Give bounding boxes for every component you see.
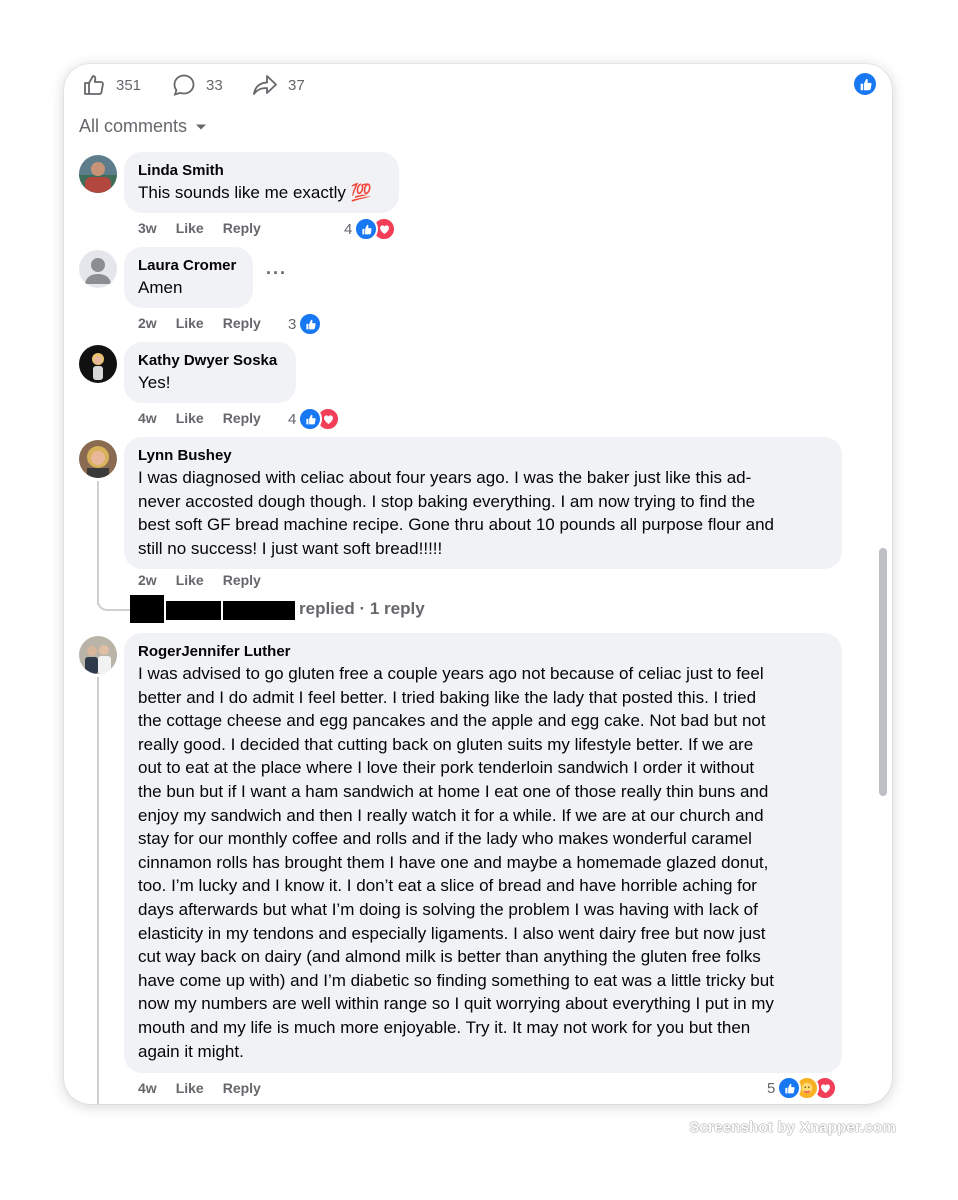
comment-count: 33 [206,76,223,94]
reply-link[interactable]: Reply [223,572,261,588]
more-options-icon[interactable]: ··· [266,263,287,284]
comment-action[interactable]: 33 [172,72,223,98]
thumbs-up-icon [84,75,104,95]
reaction-summary[interactable]: 3 [288,312,323,336]
like-link[interactable]: Like [176,315,204,331]
like-link[interactable]: Like [176,1080,204,1096]
share-count: 37 [288,76,305,94]
avatar[interactable] [79,250,117,288]
thread-connector [97,584,131,611]
reply-link[interactable]: Reply [223,220,261,236]
comment-time[interactable]: 2w [138,572,157,588]
comment-actions: 2w Like Reply [138,315,280,331]
comment-text: Yes! [138,373,171,392]
comment-bubble: Lynn Bushey I was diagnosed with celiac … [124,437,842,569]
watermark: Screenshot by Xnapper.com [689,1119,896,1136]
like-link[interactable]: Like [176,572,204,588]
comment-text: I was diagnosed with celiac about four y… [138,468,775,558]
caret-down-icon [196,124,207,129]
comment-time[interactable]: 3w [138,220,157,236]
comment-time[interactable]: 2w [138,315,157,331]
reply-link[interactable]: Reply [223,410,261,426]
reaction-summary[interactable]: 5 [767,1076,838,1100]
comment-bubble-icon [173,74,195,96]
avatar[interactable] [79,440,117,478]
comment-author[interactable]: RogerJennifer Luther [138,642,828,662]
avatar[interactable] [79,636,117,674]
reaction-count: 4 [344,220,353,238]
avatar[interactable] [79,345,117,383]
comment-bubble: Linda Smith This sounds like me exactly … [124,152,399,213]
all-comments-label: All comments [79,116,188,136]
view-replies-link[interactable]: replied · 1 reply [299,599,425,619]
comment-actions: 2w Like Reply [138,572,280,588]
thread-line [97,677,99,1104]
all-comments-dropdown[interactable]: All comments [79,116,207,137]
comment-bubble: RogerJennifer Luther I was advised to go… [124,633,842,1073]
reaction-summary[interactable]: 4 [288,407,341,431]
redacted-name [223,601,295,620]
like-link[interactable]: Like [176,410,204,426]
comment-actions: 4w Like Reply [138,410,280,426]
comment-actions: 3w Like Reply [138,220,280,236]
comment-text: I was advised to go gluten free a couple… [138,664,774,1061]
share-arrow-icon [253,75,277,95]
redacted-name [166,601,221,620]
reply-link[interactable]: Reply [223,315,261,331]
redacted-avatar [130,595,164,623]
avatar[interactable] [79,155,117,193]
comment-time[interactable]: 4w [138,410,157,426]
comment-author[interactable]: Linda Smith [138,161,385,181]
like-reaction-icon [854,73,876,95]
like-link[interactable]: Like [176,220,204,236]
share-action[interactable]: 37 [252,72,305,98]
like-reaction-icon [298,312,323,336]
reply-link[interactable]: Reply [223,1080,261,1096]
like-count: 351 [116,76,142,94]
reaction-count: 4 [288,410,297,428]
comment-bubble: Laura Cromer Amen [124,247,253,308]
reaction-count: 5 [767,1079,776,1097]
comment-text: Amen [138,278,183,297]
comment-author[interactable]: Lynn Bushey [138,446,828,466]
comment-bubble: Kathy Dwyer Soska Yes! [124,342,296,403]
comment-time[interactable]: 4w [138,1080,157,1096]
comment-actions: 4w Like Reply [138,1080,280,1096]
comment-text: This sounds like me exactly 💯 [138,183,372,202]
comments-panel: 351 33 37 All comments Linda Smith This … [64,64,892,1104]
comment-author[interactable]: Laura Cromer [138,256,239,276]
reaction-count: 3 [288,315,297,333]
scrollbar[interactable] [879,548,887,796]
comment-author[interactable]: Kathy Dwyer Soska [138,351,282,371]
like-action[interactable]: 351 [82,72,141,98]
reaction-summary[interactable]: 4 [344,217,397,241]
